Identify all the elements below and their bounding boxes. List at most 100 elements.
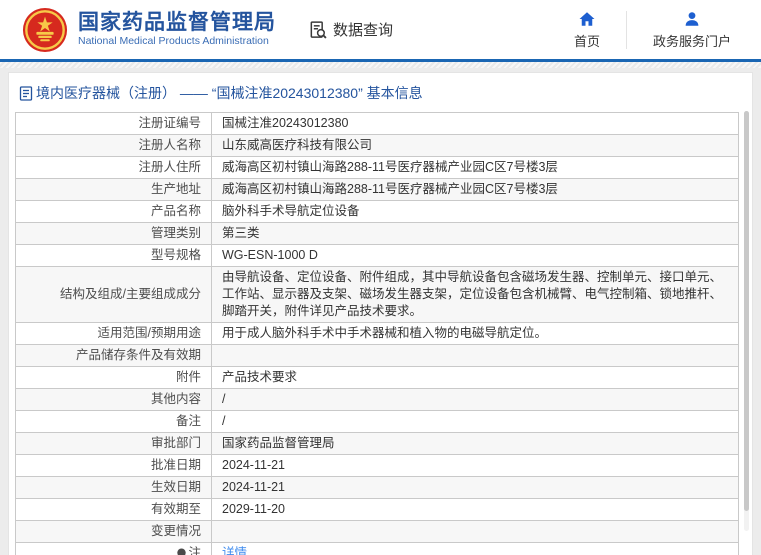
row-label-text: 管理类别 <box>150 226 201 240</box>
row-value-text: 国家药品监督管理局 <box>222 436 335 450</box>
row-value: 脑外科手术导航定位设备 <box>211 200 739 223</box>
vertical-scrollbar[interactable] <box>744 111 749 531</box>
data-query-nav[interactable]: 数据查询 <box>308 19 393 40</box>
row-value: 山东威高医疗科技有限公司 <box>211 134 739 157</box>
data-query-label: 数据查询 <box>333 22 394 39</box>
row-value: 威海高区初村镇山海路288-11号医疗器械产业园C区7号楼3层 <box>211 156 739 179</box>
row-label: 生产地址 <box>15 178 212 201</box>
scrollbar-thumb[interactable] <box>744 111 749 511</box>
table-row: 产品储存条件及有效期 <box>15 344 739 367</box>
table-row: 注册人住所 威海高区初村镇山海路288-11号医疗器械产业园C区7号楼3层 <box>15 156 739 179</box>
row-value-text: 用于成人脑外科手术中手术器械和植入物的电磁导航定位。 <box>222 326 548 340</box>
row-value: 国械注准20243012380 <box>211 112 739 135</box>
nmpa-logo: 国家药品监督管理局 National Medical Products Admi… <box>22 7 276 53</box>
row-label-text: 生产地址 <box>150 182 201 196</box>
row-value-text: 威海高区初村镇山海路288-11号医疗器械产业园C区7号楼3层 <box>222 182 558 196</box>
row-label: 管理类别 <box>15 222 212 245</box>
row-value: 第三类 <box>211 222 739 245</box>
row-label-text: 备注 <box>175 414 201 428</box>
row-label: 其他内容 <box>15 388 212 411</box>
main-area: 境内医疗器械（注册） —— “国械注准20243012380” 基本信息 注册证… <box>0 68 761 555</box>
table-row: 注册人名称 山东威高医疗科技有限公司 <box>15 134 739 157</box>
user-icon <box>685 11 699 26</box>
detail-link[interactable]: 详情 <box>222 546 247 555</box>
row-label-text: 注册人名称 <box>138 138 201 152</box>
note-icon <box>177 548 187 555</box>
row-label-text: 产品储存条件及有效期 <box>75 348 201 362</box>
row-value-text: 第三类 <box>222 226 260 240</box>
table-row: 注册证编号 国械注准20243012380 <box>15 112 739 135</box>
info-table-body: 注册证编号 国械注准20243012380 注册人名称 山东威高医疗科技有限公司 注册人… <box>15 112 739 555</box>
row-label-text: 注 <box>188 546 201 555</box>
document-search-icon <box>310 20 327 39</box>
row-value-text: 2024-11-21 <box>222 480 286 494</box>
row-label-text: 型号规格 <box>150 248 201 262</box>
row-value-text: 2029-11-20 <box>222 502 286 516</box>
row-value: 详情 <box>211 542 739 555</box>
row-label: 注册人住所 <box>15 156 212 179</box>
table-row: 型号规格 WG-ESN-1000 D <box>15 244 739 267</box>
page-icon <box>19 85 33 101</box>
table-row: 备注 / <box>15 410 739 433</box>
table-row: 批准日期 2024-11-21 <box>15 454 739 477</box>
row-value: 威海高区初村镇山海路288-11号医疗器械产业园C区7号楼3层 <box>211 178 739 201</box>
home-icon <box>579 11 595 26</box>
row-label-text: 附件 <box>175 370 201 384</box>
table-row: 生效日期 2024-11-21 <box>15 476 739 499</box>
row-label-text: 其他内容 <box>150 392 201 406</box>
row-value-text: 由导航设备、定位设备、附件组成，其中导航设备包含磁场发生器、控制单元、接口单元、… <box>222 270 723 318</box>
row-label-text: 注册证编号 <box>138 116 201 130</box>
row-value-text: 脑外科手术导航定位设备 <box>222 204 360 218</box>
row-value: 2029-11-20 <box>211 498 739 521</box>
breadcrumb: 境内医疗器械（注册） —— “国械注准20243012380” 基本信息 <box>9 73 752 112</box>
row-value: 由导航设备、定位设备、附件组成，其中导航设备包含磁场发生器、控制单元、接口单元、… <box>211 266 739 323</box>
table-row: 适用范围/预期用途 用于成人脑外科手术中手术器械和植入物的电磁导航定位。 <box>15 322 739 345</box>
row-label: 产品名称 <box>15 200 212 223</box>
table-row: 变更情况 <box>15 520 739 543</box>
content-panel: 境内医疗器械（注册） —— “国械注准20243012380” 基本信息 注册证… <box>8 72 753 555</box>
row-label-text: 有效期至 <box>150 502 201 516</box>
row-value-text: 产品技术要求 <box>222 370 298 384</box>
table-row: 结构及组成/主要组成成分 由导航设备、定位设备、附件组成，其中导航设备包含磁场发生… <box>15 266 739 323</box>
nav-divider <box>625 10 627 49</box>
row-label: 注 <box>15 542 212 555</box>
national-emblem-icon <box>22 7 68 52</box>
row-value: WG-ESN-1000 D <box>211 244 739 267</box>
row-label: 生效日期 <box>15 476 212 499</box>
row-value-text: WG-ESN-1000 D <box>222 248 318 262</box>
nav-portal[interactable]: 政务服务门户 <box>649 10 735 50</box>
row-label: 批准日期 <box>15 454 212 477</box>
row-label: 产品储存条件及有效期 <box>15 344 212 367</box>
row-value <box>211 520 739 543</box>
row-value-text: 威海高区初村镇山海路288-11号医疗器械产业园C区7号楼3层 <box>222 160 558 174</box>
row-value: 用于成人脑外科手术中手术器械和植入物的电磁导航定位。 <box>211 322 739 345</box>
row-value-text: / <box>222 392 226 406</box>
table-row: 其他内容 / <box>15 388 739 411</box>
row-label-text: 注册人住所 <box>138 160 201 174</box>
row-label: 适用范围/预期用途 <box>15 322 212 345</box>
row-label-text: 适用范围/预期用途 <box>97 326 201 340</box>
row-value: 产品技术要求 <box>211 366 739 389</box>
row-value: 国家药品监督管理局 <box>211 432 739 455</box>
row-label-text: 产品名称 <box>150 204 201 218</box>
row-label: 变更情况 <box>15 520 212 543</box>
site-title: 国家药品监督管理局 <box>78 11 276 34</box>
registration-info-table: 注册证编号 国械注准20243012380 注册人名称 山东威高医疗科技有限公司 注册人… <box>15 112 739 555</box>
nav-home-label: 首页 <box>573 33 600 49</box>
row-value-text: 2024-11-21 <box>222 458 286 472</box>
nav-home[interactable]: 首页 <box>570 10 604 50</box>
row-label: 备注 <box>15 410 212 433</box>
row-label: 附件 <box>15 366 212 389</box>
breadcrumb-text: 境内医疗器械（注册） —— “国械注准20243012380” 基本信息 <box>36 85 423 101</box>
table-row: 生产地址 威海高区初村镇山海路288-11号医疗器械产业园C区7号楼3层 <box>15 178 739 201</box>
table-row: 产品名称 脑外科手术导航定位设备 <box>15 200 739 223</box>
row-label: 有效期至 <box>15 498 212 521</box>
row-label: 审批部门 <box>15 432 212 455</box>
row-value: / <box>211 388 739 411</box>
row-value <box>211 344 739 367</box>
row-value-text: 国械注准20243012380 <box>222 116 349 130</box>
table-row: 管理类别 第三类 <box>15 222 739 245</box>
row-label-text: 审批部门 <box>150 436 201 450</box>
row-label: 注册人名称 <box>15 134 212 157</box>
table-row: 注 详情 <box>15 542 739 555</box>
